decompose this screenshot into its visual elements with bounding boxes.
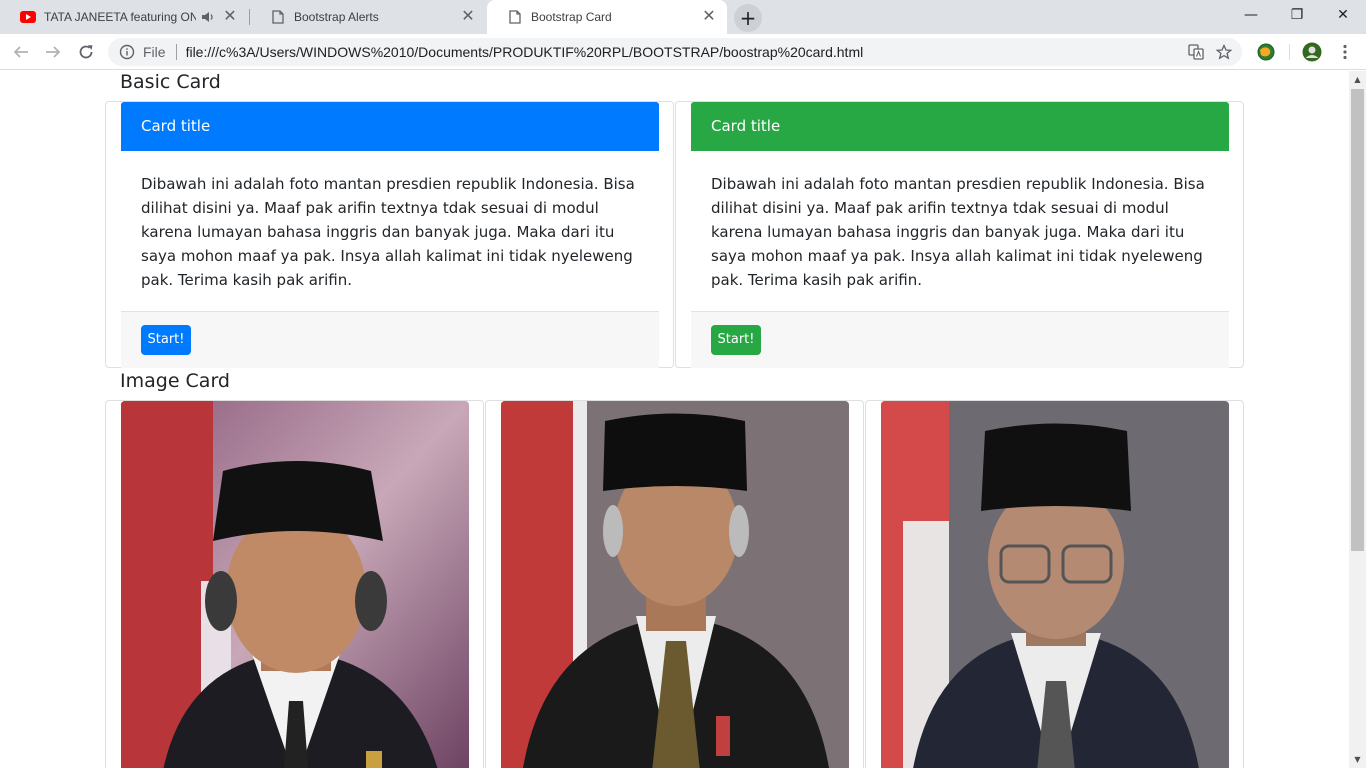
scrollbar-thumb[interactable] [1351,89,1364,551]
forward-button[interactable] [39,38,67,66]
restore-button[interactable]: ❐ [1274,0,1320,30]
card-text: Dibawah ini adalah foto mantan presdien … [711,175,1205,289]
image-card [865,400,1244,768]
tab-close-icon[interactable]: ✕ [222,9,238,25]
plus-icon: + [739,6,757,30]
portrait-photo-2 [501,401,849,768]
card-wrapper: Card title Dibawah ini adalah foto manta… [675,101,1244,368]
restore-icon: ❐ [1290,7,1304,23]
address-bar[interactable]: File file:///c%3A/Users/WINDOWS%2010/Doc… [108,38,1242,66]
tab-close-icon[interactable]: ✕ [701,9,717,25]
image-card-heading: Image Card [120,370,230,392]
tab-close-icon[interactable]: ✕ [460,9,476,25]
tab-youtube[interactable]: TATA JANEETA featuring ONC ✕ [0,0,248,34]
card-footer: Start! [691,311,1229,368]
url-divider [175,44,177,60]
close-window-button[interactable]: ✕ [1320,0,1366,30]
menu-button[interactable] [1331,38,1359,66]
reload-icon [79,45,93,59]
tab-title: TATA JANEETA featuring ONC [44,10,196,24]
back-arrow-icon [13,46,28,58]
basic-card: Card title Dibawah ini adalah foto manta… [691,102,1229,368]
toolbar-divider [1289,44,1290,60]
tab-bootstrap-card[interactable]: Bootstrap Card ✕ [487,0,727,34]
scroll-down-arrow-icon[interactable]: ▼ [1349,751,1366,768]
forward-arrow-icon [46,46,61,58]
page-scrollbar[interactable]: ▲ ▼ [1349,71,1366,768]
basic-card: Card title Dibawah ini adalah foto manta… [121,102,659,368]
start-button[interactable]: Start! [141,325,191,355]
page-viewport: Basic Card Card title Dibawah ini adalah… [0,71,1349,768]
card-header: Card title [691,102,1229,151]
profile-avatar-icon[interactable] [1302,42,1322,62]
info-icon [119,44,135,60]
portrait-photo-3 [881,401,1229,768]
tab-title: Bootstrap Card [531,10,612,24]
card-footer: Start! [121,311,659,368]
bookmark-star-icon[interactable] [1210,38,1238,66]
page-icon [270,9,286,25]
tab-strip: TATA JANEETA featuring ONC ✕ Bootstrap A… [0,0,1366,34]
page-icon [507,9,523,25]
url-text[interactable]: file:///c%3A/Users/WINDOWS%2010/Document… [186,44,1182,60]
close-icon: ✕ [1337,7,1349,23]
card-header: Card title [121,102,659,151]
tab-title: Bootstrap Alerts [294,10,379,24]
new-tab-button[interactable]: + [734,4,762,32]
portrait-photo-1 [121,401,469,768]
minimize-button[interactable]: — [1228,0,1274,30]
more-vertical-icon [1343,44,1347,60]
translate-icon[interactable] [1182,38,1210,66]
scroll-up-arrow-icon[interactable]: ▲ [1349,71,1366,88]
url-scheme-label: File [143,44,166,60]
basic-card-heading: Basic Card [120,71,221,93]
image-card [105,400,484,768]
youtube-icon [20,9,36,25]
browser-toolbar: File file:///c%3A/Users/WINDOWS%2010/Doc… [0,34,1366,70]
card-wrapper: Card title Dibawah ini adalah foto manta… [105,101,674,368]
tab-bootstrap-alerts[interactable]: Bootstrap Alerts ✕ [250,0,486,34]
back-button[interactable] [7,38,35,66]
extension-globe-icon[interactable] [1256,42,1276,62]
card-text: Dibawah ini adalah foto mantan presdien … [141,175,635,289]
start-button[interactable]: Start! [711,325,761,355]
reload-button[interactable] [72,38,100,66]
image-card [485,400,864,768]
audio-icon[interactable] [200,9,216,25]
minimize-icon: — [1244,7,1258,23]
